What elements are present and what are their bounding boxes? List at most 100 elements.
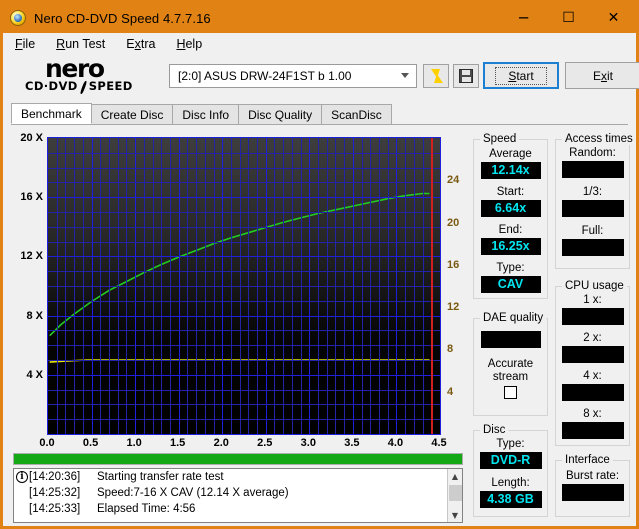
gridline-horizontal <box>48 153 440 154</box>
logo-subtitle: CD·DVD SPEED <box>25 80 157 93</box>
x-tick-label: 4.5 <box>431 437 447 449</box>
scroll-down-icon[interactable]: ▼ <box>448 508 462 522</box>
cpu-1x-label: 1 x: <box>583 294 602 306</box>
panel-disc-caption: Disc <box>480 424 509 436</box>
gridline-horizontal <box>48 360 440 361</box>
accurate-stream-label-1: Accurate <box>487 358 534 370</box>
eject-button[interactable] <box>423 64 449 88</box>
x-tick-label: 3.0 <box>300 437 316 449</box>
speed-start-label: Start: <box>496 186 525 198</box>
panel-cpu-usage: CPU usage 1 x: 2 x: 4 x: 8 x: <box>555 280 630 446</box>
cpu-8x-label: 8 x: <box>583 408 602 420</box>
menu-extra[interactable]: Extra <box>117 35 164 53</box>
log-time: [14:20:36] <box>29 471 81 483</box>
logo-speed: SPEED <box>88 79 133 93</box>
panel-interface: Interface Burst rate: <box>555 454 630 517</box>
accurate-stream-label-2: stream <box>492 371 529 383</box>
gridline-horizontal <box>48 419 440 420</box>
logo-slash-icon <box>79 81 88 93</box>
log-message: Speed:7-16 X CAV (12.14 X average) <box>97 487 289 499</box>
log-scrollbar[interactable]: ▲ ▼ <box>447 469 462 522</box>
burst-rate-value <box>561 484 624 501</box>
panel-dae-caption: DAE quality <box>480 312 547 324</box>
save-button[interactable] <box>453 64 479 88</box>
y-axis-left: 4 X 8 X 12 X 16 X 20 X <box>11 132 45 435</box>
logo-cd-dvd: CD·DVD <box>25 79 78 93</box>
gridline-horizontal <box>48 271 440 272</box>
panel-speed-caption: Speed <box>480 133 520 145</box>
access-full-label: Full: <box>581 225 604 237</box>
chart-plot-area <box>47 137 441 435</box>
panel-access-times: Access times Random: 1/3: Full: <box>555 133 636 269</box>
menu-file[interactable]: File <box>6 35 44 53</box>
tab-benchmark[interactable]: Benchmark <box>11 103 92 124</box>
tab-disc-quality[interactable]: Disc Quality <box>238 104 323 124</box>
app-window: Nero CD-DVD Speed 4.7.7.16 ─ ☐ ✕ File Ru… <box>0 0 639 529</box>
maximize-button[interactable]: ☐ <box>546 3 591 33</box>
y2-tick-label: 12 <box>447 301 460 314</box>
scrollbar-thumb[interactable] <box>449 485 462 501</box>
scroll-up-icon[interactable]: ▲ <box>448 469 462 483</box>
cpu-1x-value <box>561 308 624 325</box>
start-button[interactable]: Start <box>483 62 559 89</box>
tab-create-disc[interactable]: Create Disc <box>90 104 174 124</box>
burst-rate-label: Burst rate: <box>565 470 620 482</box>
log-row: [14:25:32] Speed:7-16 X CAV (12.14 X ave… <box>14 485 462 501</box>
speed-type-label: Type: <box>496 262 525 274</box>
window-title: Nero CD-DVD Speed 4.7.7.16 <box>34 10 211 26</box>
log-row: i [14:20:36] Starting transfer rate test <box>14 469 462 485</box>
x-tick-label: 1.0 <box>126 437 142 449</box>
menu-run-test[interactable]: Run Test <box>47 35 114 53</box>
y-tick-label: 16 X <box>20 191 43 204</box>
lightning-icon <box>429 68 444 84</box>
y2-tick-label: 4 <box>447 385 454 398</box>
menu-bar: File Run Test Extra Help <box>3 33 636 56</box>
x-tick-label: 4.0 <box>387 437 404 449</box>
access-third-value <box>561 200 624 217</box>
x-tick-label: 1.5 <box>170 437 186 449</box>
speed-average-label: Average <box>489 148 532 160</box>
y-tick-label: 20 X <box>20 132 43 144</box>
title-bar: Nero CD-DVD Speed 4.7.7.16 ─ ☐ ✕ <box>3 3 636 33</box>
tab-strip: Benchmark Create Disc Disc Info Disc Qua… <box>11 103 628 125</box>
end-of-disc-marker <box>431 138 433 434</box>
dae-quality-value <box>480 331 541 348</box>
minimize-button[interactable]: ─ <box>501 3 546 33</box>
panel-cpu-caption: CPU usage <box>562 280 627 292</box>
log-box[interactable]: i [14:20:36] Starting transfer rate test… <box>13 468 463 523</box>
speed-average-value: 12.14x <box>480 162 541 179</box>
y2-tick-label: 16 <box>447 258 460 271</box>
accurate-stream-checkbox[interactable] <box>504 386 517 399</box>
y2-tick-label: 24 <box>447 174 460 187</box>
disc-type-label: Type: <box>496 438 525 450</box>
y-tick-label: 4 X <box>26 368 43 381</box>
panel-access-caption: Access times <box>562 133 636 145</box>
x-tick-label: 2.0 <box>213 437 229 449</box>
x-tick-label: 3.5 <box>344 437 360 449</box>
progress-bar <box>13 453 463 465</box>
log-time: [14:25:32] <box>29 487 81 499</box>
disc-length-label: Length: <box>491 477 530 489</box>
gridline-horizontal <box>48 256 440 257</box>
x-axis: 0.0 0.5 1.0 1.5 2.0 2.5 3.0 3.5 4.0 4.5 <box>39 437 446 451</box>
cpu-8x-value <box>561 422 624 439</box>
tab-disc-info[interactable]: Disc Info <box>172 104 240 124</box>
log-message: Elapsed Time: 4:56 <box>97 503 196 515</box>
gridline-horizontal <box>48 227 440 228</box>
drive-select[interactable]: [2:0] ASUS DRW-24F1ST b 1.00 <box>169 64 417 88</box>
x-tick-label: 0.5 <box>82 437 99 449</box>
panel-dae-quality: DAE quality Accurate stream <box>473 312 548 416</box>
info-icon: i <box>16 471 28 483</box>
tab-scandisc[interactable]: ScanDisc <box>321 104 392 124</box>
close-button[interactable]: ✕ <box>591 3 636 33</box>
cpu-4x-value <box>561 384 624 401</box>
y2-tick-label: 8 <box>447 343 454 356</box>
gridline-horizontal <box>48 212 440 213</box>
access-random-label: Random: <box>569 147 616 159</box>
access-full-value <box>561 239 624 256</box>
access-third-label: 1/3: <box>582 186 603 198</box>
chevron-down-icon <box>401 73 409 78</box>
menu-help[interactable]: Help <box>167 35 211 53</box>
gridline-horizontal <box>48 345 440 346</box>
exit-button[interactable]: Exit <box>565 62 639 89</box>
